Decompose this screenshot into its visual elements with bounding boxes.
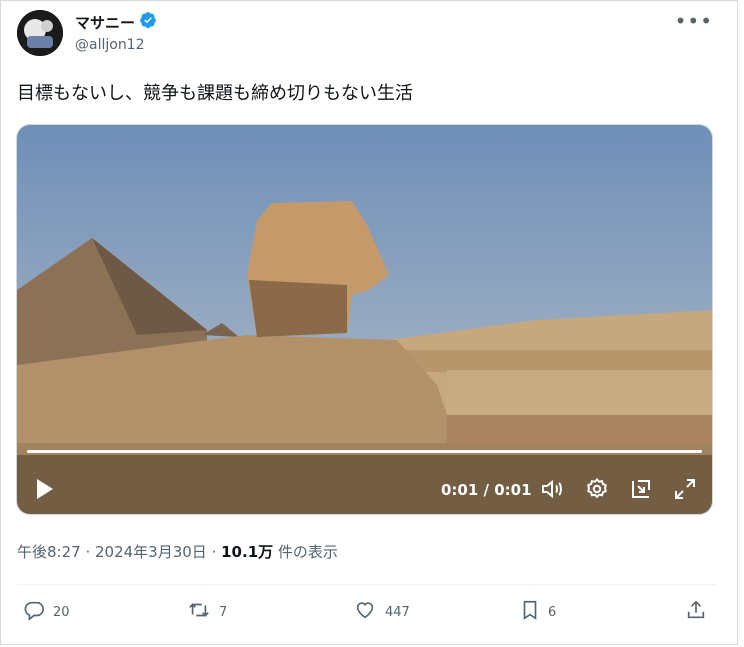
tweet-meta: 午後8:27 · 2024年3月30日 · 10.1万 件の表示 — [17, 541, 338, 562]
retweet-button[interactable]: 7 — [187, 599, 227, 625]
like-button[interactable]: 447 — [353, 599, 410, 625]
reply-icon — [23, 599, 45, 625]
tweet-time[interactable]: 午後8:27 — [17, 543, 81, 561]
bookmark-icon — [520, 599, 540, 625]
video-frame-image — [17, 125, 712, 514]
meta-separator: · — [206, 543, 222, 561]
display-name[interactable]: マサニー — [75, 12, 135, 33]
retweet-icon — [187, 599, 211, 625]
settings-icon[interactable] — [585, 477, 609, 505]
user-handle[interactable]: @alljon12 — [75, 37, 145, 53]
play-icon[interactable] — [35, 478, 55, 504]
more-options-icon[interactable]: ••• — [675, 9, 713, 33]
picture-in-picture-icon[interactable] — [629, 477, 653, 505]
verified-badge-icon — [139, 11, 157, 33]
tweet-text: 目標もないし、競争も課題も締め切りもない生活 — [17, 83, 413, 104]
bookmark-button[interactable]: 6 — [520, 599, 556, 625]
video-player[interactable]: 0:01 / 0:01 — [16, 124, 713, 515]
tweet-date[interactable]: 2024年3月30日 — [95, 543, 207, 561]
meta-separator: · — [80, 543, 95, 561]
action-bar: 20 7 447 6 — [1, 599, 744, 629]
share-button[interactable] — [685, 599, 707, 625]
share-icon — [685, 599, 707, 625]
video-progress-bar[interactable] — [27, 450, 702, 453]
fullscreen-icon[interactable] — [673, 477, 697, 505]
view-count: 10.1万 — [221, 543, 274, 561]
reply-button[interactable]: 20 — [23, 599, 70, 625]
display-name-row[interactable]: マサニー — [75, 11, 157, 33]
like-count: 447 — [385, 604, 410, 620]
retweet-count: 7 — [219, 604, 228, 620]
video-progress-fill — [27, 450, 702, 453]
video-time: 0:01 / 0:01 — [441, 481, 532, 499]
divider — [17, 584, 717, 585]
heart-icon — [353, 599, 377, 625]
view-count-label: 件の表示 — [273, 543, 338, 561]
tweet-card: マサニー @alljon12 ••• 目標もないし、競争も課題も締め切りもない生… — [0, 0, 738, 645]
volume-icon[interactable] — [540, 477, 564, 505]
avatar[interactable] — [17, 10, 63, 56]
bookmark-count: 6 — [548, 604, 557, 620]
reply-count: 20 — [53, 604, 70, 620]
